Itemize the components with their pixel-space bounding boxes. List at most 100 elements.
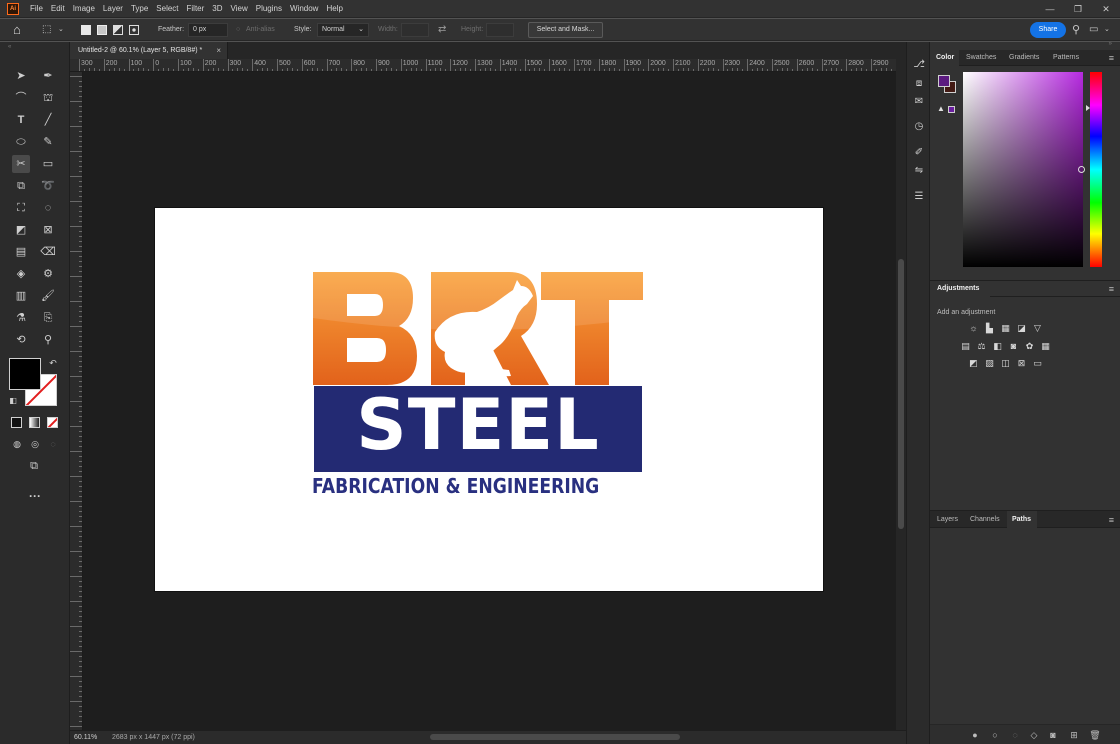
- paths-list[interactable]: [930, 528, 1120, 724]
- load-selection-icon[interactable]: ◌: [1008, 728, 1022, 742]
- work-path-icon[interactable]: ◇: [1027, 728, 1041, 742]
- vibrance-icon[interactable]: ▽: [1031, 322, 1044, 334]
- subtract-selection-icon[interactable]: [113, 25, 123, 35]
- document-size-info[interactable]: 2683 px x 1447 px (72 ppi): [112, 731, 195, 744]
- share-button[interactable]: Share: [1030, 22, 1066, 38]
- vertical-scroll-thumb[interactable]: [898, 259, 904, 529]
- marquee-preset-icon[interactable]: ⬚: [42, 19, 51, 41]
- hue-slider-handle[interactable]: [1086, 105, 1090, 111]
- zoom-tool-icon[interactable]: ⚲: [39, 331, 57, 349]
- eyedropper-tool-icon[interactable]: ⚗: [12, 309, 30, 327]
- color-lookup-icon[interactable]: ▦: [1039, 340, 1052, 352]
- menu-filter[interactable]: Filter: [183, 0, 209, 18]
- trash-icon[interactable]: 🗑: [1088, 728, 1102, 742]
- menu-help[interactable]: Help: [322, 0, 346, 18]
- draw-normal-icon[interactable]: ◍: [8, 435, 26, 453]
- tab-color[interactable]: Color: [930, 50, 959, 66]
- frame-tool-icon[interactable]: ⊠: [39, 221, 57, 239]
- gradient-map-icon[interactable]: ▭: [1031, 357, 1044, 369]
- chevron-down-icon[interactable]: ⌄: [58, 19, 64, 41]
- more-tools-icon[interactable]: ···: [26, 487, 44, 505]
- symbol-tool-icon[interactable]: ⚙: [39, 265, 57, 283]
- add-mask-icon[interactable]: ◙: [1046, 728, 1060, 742]
- panel-menu-icon[interactable]: ≡: [1109, 281, 1114, 297]
- hue-saturation-icon[interactable]: ▤: [959, 340, 972, 352]
- zoom-level[interactable]: 60.11%: [74, 731, 97, 744]
- foreground-color-swatch[interactable]: [9, 358, 41, 390]
- type-tool-icon[interactable]: T: [12, 111, 30, 129]
- fill-path-icon[interactable]: ●: [968, 728, 982, 742]
- swap-dimensions-icon[interactable]: ⇄: [438, 19, 446, 41]
- move-tool-icon[interactable]: ➤: [12, 67, 30, 85]
- menu-3d[interactable]: 3D: [208, 0, 226, 18]
- brush-settings-icon[interactable]: ✐: [912, 146, 926, 160]
- menu-type[interactable]: Type: [127, 0, 152, 18]
- curvature-pen-icon[interactable]: ⌒: [12, 89, 30, 107]
- style-select[interactable]: Normal ⌄: [317, 23, 369, 37]
- brt-logo-graphic[interactable]: [313, 272, 643, 385]
- draw-behind-icon[interactable]: ◎: [26, 435, 44, 453]
- height-input[interactable]: [486, 23, 514, 37]
- chevron-down-icon[interactable]: ⌄: [1104, 19, 1110, 41]
- eraser-tool-icon[interactable]: ⌫: [39, 243, 57, 261]
- libraries-icon[interactable]: ⎇: [912, 58, 926, 72]
- lasso-tool-icon[interactable]: ➰: [39, 177, 57, 195]
- add-selection-icon[interactable]: [97, 25, 107, 35]
- gradient-tool-icon[interactable]: ▤: [12, 243, 30, 261]
- curves-icon[interactable]: ▦: [999, 322, 1012, 334]
- horizontal-scroll-thumb[interactable]: [430, 734, 680, 740]
- new-path-icon[interactable]: ⊞: [1067, 728, 1081, 742]
- menu-view[interactable]: View: [227, 0, 252, 18]
- fill-color-icon[interactable]: [11, 417, 22, 428]
- workspace-icon[interactable]: ▭: [1089, 19, 1098, 41]
- plugins-icon[interactable]: ⧈: [912, 77, 926, 91]
- pen-tool-icon[interactable]: ✒: [39, 67, 57, 85]
- comments-icon[interactable]: ✉: [912, 95, 926, 109]
- foreground-color-chip[interactable]: [938, 75, 950, 87]
- maximize-button[interactable]: ❐: [1064, 0, 1092, 18]
- anti-alias-checkbox[interactable]: ○: [236, 19, 240, 41]
- ellipse-tool-icon[interactable]: ⬭: [12, 133, 30, 151]
- rectangle-tool-icon[interactable]: ▭: [39, 155, 57, 173]
- history-icon[interactable]: ◷: [912, 120, 926, 134]
- no-fill-icon[interactable]: [47, 417, 58, 428]
- search-icon[interactable]: ⚲: [1072, 19, 1080, 41]
- posterize-icon[interactable]: ▨: [983, 357, 996, 369]
- close-icon[interactable]: ×: [216, 42, 221, 59]
- gamut-warning-icon[interactable]: ▲: [937, 104, 945, 113]
- brush-tool-icon[interactable]: 🖌: [39, 287, 57, 305]
- channel-mixer-icon[interactable]: ✿: [1023, 340, 1036, 352]
- color-picker-field[interactable]: [963, 72, 1083, 267]
- screen-mode-icon[interactable]: ⧉: [25, 457, 43, 475]
- invert-icon[interactable]: ◩: [967, 357, 980, 369]
- levels-icon[interactable]: ▙: [983, 322, 996, 334]
- panel-collapse-icon[interactable]: »: [1109, 41, 1112, 47]
- feather-input[interactable]: 0 px: [188, 23, 228, 37]
- close-window-button[interactable]: ✕: [1092, 0, 1120, 18]
- width-input[interactable]: [401, 23, 429, 37]
- swap-colors-icon[interactable]: ↶: [44, 354, 62, 372]
- home-icon[interactable]: ⌂: [13, 19, 21, 41]
- tab-channels[interactable]: Channels: [970, 511, 1000, 527]
- vertical-scrollbar[interactable]: [896, 59, 906, 730]
- intersect-selection-icon[interactable]: [129, 25, 139, 35]
- photo-filter-icon[interactable]: ◙: [1007, 340, 1020, 352]
- stroke-path-icon[interactable]: ○: [988, 728, 1002, 742]
- line-tool-icon[interactable]: ╱: [39, 111, 57, 129]
- document-tool-icon[interactable]: ⎘: [39, 309, 57, 327]
- menu-edit[interactable]: Edit: [47, 0, 69, 18]
- brightness-icon[interactable]: ☼: [967, 322, 980, 334]
- graph-tool-icon[interactable]: ▥: [12, 287, 30, 305]
- pencil-tool-icon[interactable]: ✎: [39, 133, 57, 151]
- adjustments-sliders-icon[interactable]: ☰: [912, 190, 926, 204]
- scissors-tool-icon[interactable]: ✂: [12, 155, 30, 173]
- new-selection-icon[interactable]: [81, 25, 91, 35]
- default-colors-icon[interactable]: ◧: [4, 392, 22, 410]
- threshold-icon[interactable]: ◫: [999, 357, 1012, 369]
- menu-select[interactable]: Select: [152, 0, 182, 18]
- tab-adjustments[interactable]: Adjustments: [930, 281, 990, 297]
- tab-layers[interactable]: Layers: [937, 511, 958, 527]
- menu-file[interactable]: File: [26, 0, 47, 18]
- hue-slider[interactable]: [1090, 72, 1102, 267]
- shape-tool-icon[interactable]: ◈: [12, 265, 30, 283]
